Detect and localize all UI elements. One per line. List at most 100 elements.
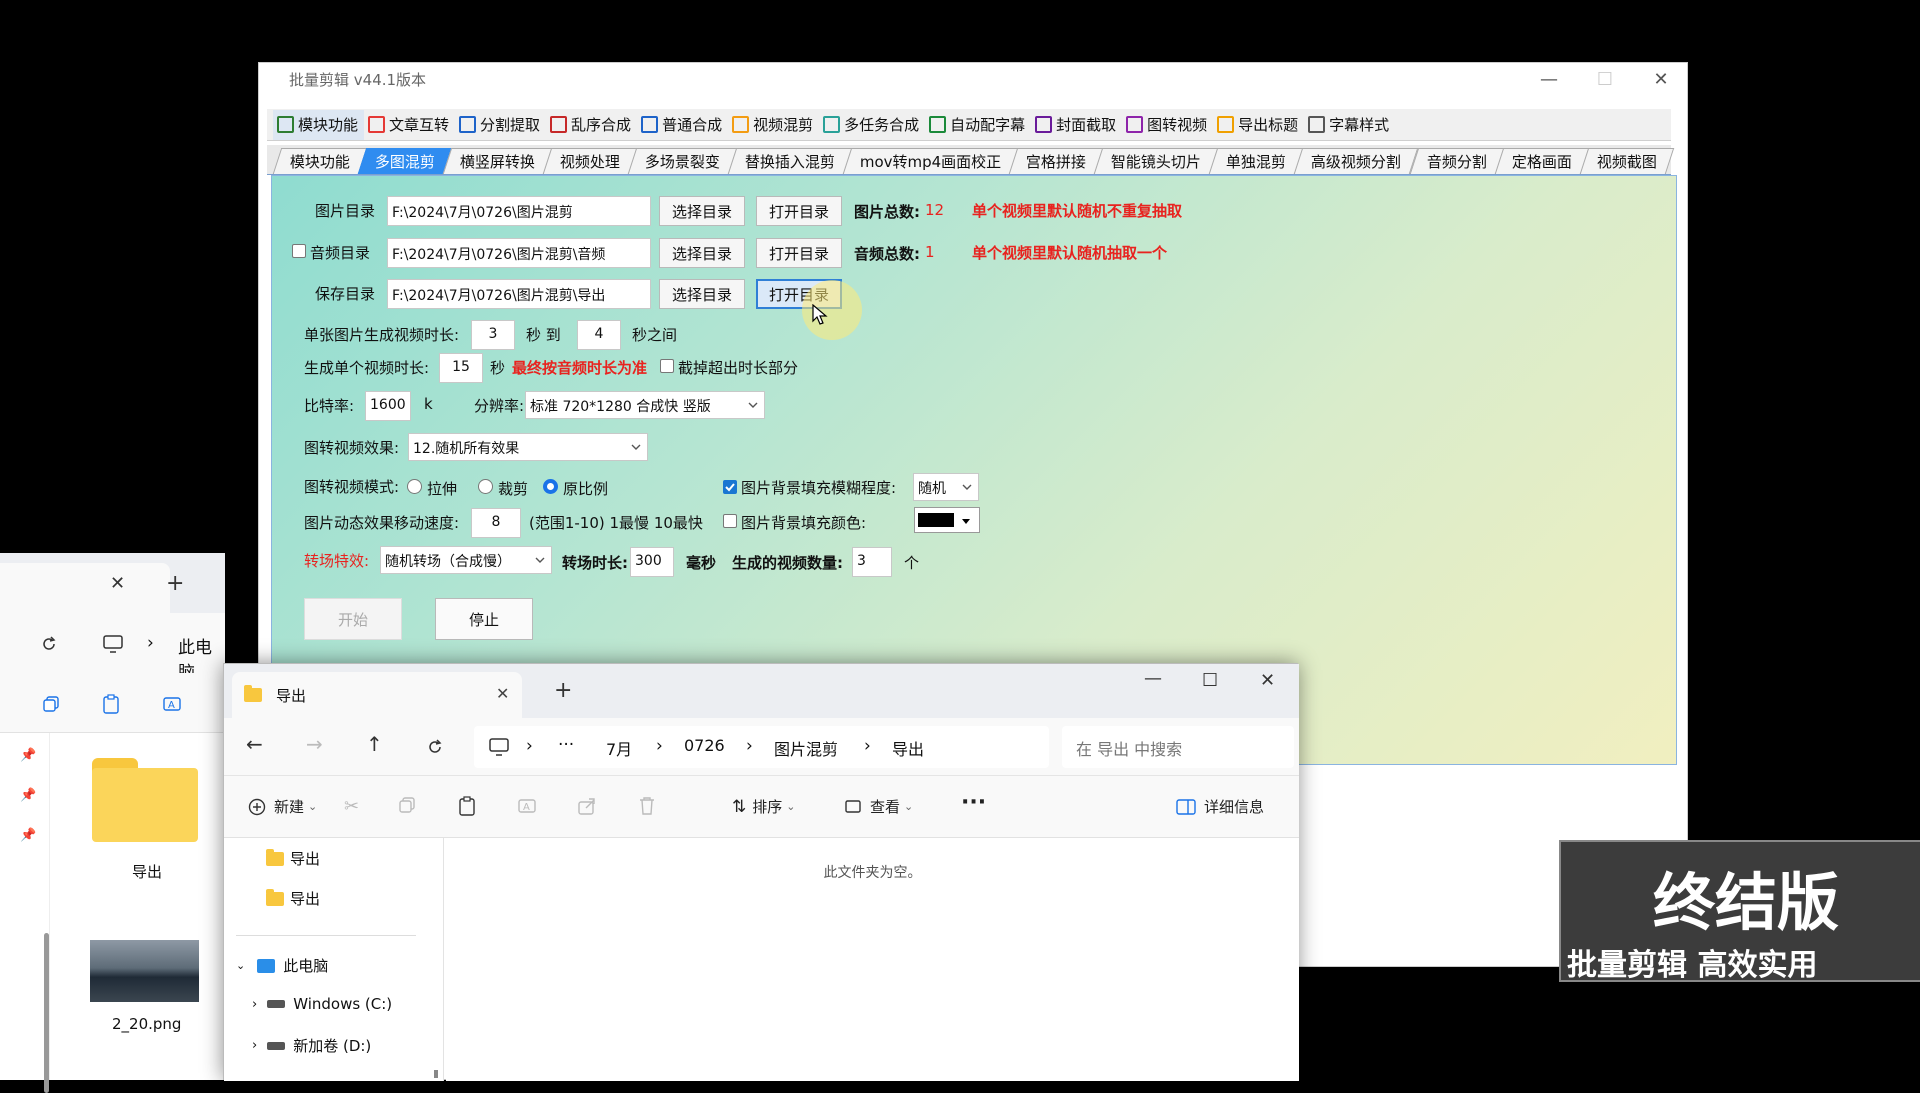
forward-icon[interactable]: → (306, 732, 323, 756)
blur-fill-checkbox[interactable] (723, 480, 737, 494)
tab-0[interactable]: 模块功能 (272, 148, 368, 174)
copy-icon[interactable] (42, 695, 60, 713)
tab-2[interactable]: 横竖屏转换 (442, 148, 553, 174)
speed-input[interactable]: 8 (471, 508, 521, 538)
tab-5[interactable]: 替换插入混剪 (727, 148, 853, 174)
fill-color-picker[interactable] (914, 507, 980, 533)
video-duration-input[interactable]: 15 (439, 353, 483, 383)
toolbar-item-4[interactable]: 普通合成 (637, 110, 728, 140)
refresh-icon[interactable] (40, 635, 58, 653)
back-icon[interactable]: ← (246, 732, 263, 756)
select-audio-dir-button[interactable]: 选择目录 (659, 238, 745, 268)
toolbar-item-2[interactable]: 分割提取 (455, 110, 546, 140)
maximize-button[interactable]: ☐ (1577, 63, 1633, 95)
path-segment[interactable]: 导出 (892, 736, 924, 760)
duration-to-input[interactable]: 4 (577, 320, 621, 350)
tab-11[interactable]: 音频分割 (1409, 148, 1504, 174)
tab-8[interactable]: 智能镜头切片 (1094, 148, 1219, 174)
rename-icon[interactable]: A (517, 796, 537, 816)
stop-button[interactable]: 停止 (435, 598, 533, 640)
nav-this-pc[interactable]: ⌄ 此电脑 (236, 955, 328, 976)
mode-crop-radio[interactable] (478, 479, 493, 494)
open-image-dir-button[interactable]: 打开目录 (756, 196, 842, 226)
trim-checkbox[interactable] (660, 359, 674, 373)
view-button[interactable]: 查看 ⌄ (844, 796, 913, 817)
more-options-icon[interactable]: ··· (961, 790, 986, 815)
audio-dir-checkbox[interactable] (292, 244, 306, 258)
mode-stretch-radio[interactable] (407, 479, 422, 494)
tab-6[interactable]: mov转mp4画面校正 (842, 148, 1019, 174)
copy-icon[interactable] (398, 796, 416, 814)
close-icon[interactable]: ✕ (1260, 670, 1275, 691)
path-segment[interactable]: 图片混剪 (774, 736, 838, 760)
bg-tab[interactable] (0, 563, 170, 613)
audio-dir-input[interactable]: F:\2024\7月\0726\图片混剪\音频 (387, 238, 651, 268)
toolbar-item-3[interactable]: 乱序合成 (546, 110, 637, 140)
toolbar-item-8[interactable]: 封面截取 (1031, 110, 1122, 140)
effect-select[interactable]: 12.随机所有效果 (408, 433, 648, 461)
fill-color-checkbox[interactable] (723, 514, 737, 528)
toolbar-item-1[interactable]: 文章互转 (364, 110, 455, 140)
add-tab-icon[interactable]: + (554, 678, 572, 703)
search-input[interactable]: 在 导出 中搜索 (1062, 726, 1294, 768)
select-save-dir-button[interactable]: 选择目录 (659, 279, 745, 309)
up-icon[interactable]: ↑ (366, 732, 383, 756)
share-icon[interactable] (577, 796, 597, 816)
refresh-icon[interactable] (426, 738, 444, 756)
bitrate-input[interactable]: 1600 (365, 391, 411, 421)
tab-13[interactable]: 视频截图 (1579, 148, 1674, 174)
open-audio-dir-button[interactable]: 打开目录 (756, 238, 842, 268)
nav-drive-c[interactable]: › Windows (C:) (252, 995, 392, 1013)
mode-original-radio[interactable] (543, 479, 558, 494)
scrollbar[interactable] (44, 933, 49, 1093)
toolbar-item-0[interactable]: 模块功能 (273, 109, 365, 140)
toolbar-item-11[interactable]: 字幕样式 (1304, 110, 1395, 140)
resolution-select[interactable]: 标准 720*1280 合成快 竖版 (525, 391, 765, 419)
nav-item[interactable]: 导出 (266, 848, 320, 869)
minimize-button[interactable]: — (1521, 63, 1577, 95)
toolbar-item-5[interactable]: 视频混剪 (728, 110, 819, 140)
close-button[interactable]: ✕ (1633, 63, 1689, 95)
toolbar-item-6[interactable]: 多任务合成 (819, 110, 925, 140)
transition-duration-input[interactable]: 300 (630, 547, 674, 577)
tab-7[interactable]: 宫格拼接 (1009, 148, 1104, 174)
toolbar-item-7[interactable]: 自动配字幕 (925, 110, 1031, 140)
new-button[interactable]: 新建 ⌄ (248, 796, 317, 817)
image-dir-input[interactable]: F:\2024\7月\0726\图片混剪 (387, 196, 651, 226)
tab-12[interactable]: 定格画面 (1494, 148, 1589, 174)
explorer-tab[interactable]: 导出 ✕ (232, 672, 522, 718)
toolbar-item-10[interactable]: 导出标题 (1213, 110, 1304, 140)
minimize-icon[interactable]: — (1144, 668, 1162, 689)
cut-icon[interactable]: ✂ (344, 796, 359, 817)
transition-select[interactable]: 随机转场（合成慢） (380, 546, 552, 574)
toolbar-item-9[interactable]: 图转视频 (1122, 110, 1213, 140)
tab-4[interactable]: 多场景裂变 (627, 148, 738, 174)
close-tab-icon[interactable]: ✕ (496, 684, 509, 703)
tab-3[interactable]: 视频处理 (542, 148, 638, 174)
start-button[interactable]: 开始 (304, 598, 402, 640)
video-count-input[interactable]: 3 (852, 547, 892, 577)
details-button[interactable]: 详细信息 (1176, 796, 1264, 817)
save-dir-input[interactable]: F:\2024\7月\0726\图片混剪\导出 (387, 279, 651, 309)
select-image-dir-button[interactable]: 选择目录 (659, 196, 745, 226)
delete-icon[interactable] (638, 796, 656, 816)
folder-icon[interactable] (92, 758, 198, 842)
image-thumbnail[interactable] (90, 940, 199, 1002)
scrollbar[interactable] (434, 1070, 438, 1078)
duration-from-input[interactable]: 3 (471, 320, 515, 350)
folder-name[interactable]: 导出 (132, 861, 162, 882)
paste-icon[interactable] (458, 796, 476, 816)
blur-select[interactable]: 随机 (913, 473, 979, 501)
path-segment[interactable]: 7月 (606, 736, 632, 760)
tab-10[interactable]: 高级视频分割 (1294, 148, 1419, 174)
tab-9[interactable]: 单独混剪 (1209, 148, 1304, 174)
tab-1[interactable]: 多图混剪 (357, 148, 453, 174)
nav-drive-d[interactable]: › 新加卷 (D:) (252, 1035, 371, 1056)
add-tab-icon[interactable]: + (166, 571, 184, 596)
nav-item[interactable]: 导出 (266, 888, 320, 909)
address-path[interactable]: › ··· 7月 › 0726 › 图片混剪 › 导出 (474, 726, 1049, 768)
sort-button[interactable]: ⇅ 排序 ⌄ (732, 796, 795, 817)
file-name[interactable]: 2_20.png (112, 1015, 181, 1033)
path-segment[interactable]: 0726 (684, 736, 725, 755)
maximize-icon[interactable]: ☐ (1202, 670, 1218, 691)
